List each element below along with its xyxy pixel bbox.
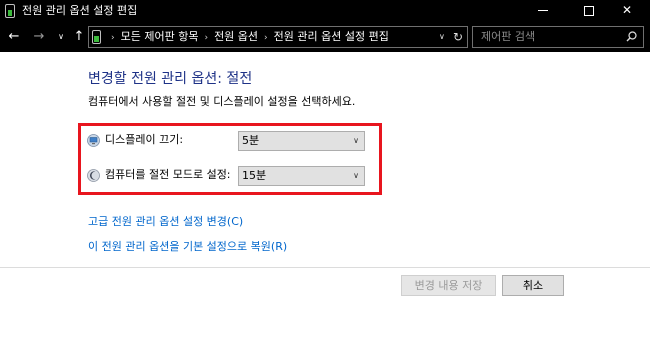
display-off-label: 디스플레이 끄기:: [105, 133, 184, 146]
save-changes-button[interactable]: 변경 내용 저장: [401, 275, 496, 296]
arrow-up-icon: ↑: [73, 29, 85, 44]
arrow-right-icon: →: [33, 29, 45, 44]
address-dropdown-button[interactable]: ∨: [439, 27, 445, 47]
cancel-button[interactable]: 취소: [502, 275, 564, 296]
forward-button[interactable]: →: [31, 28, 47, 46]
maximize-icon: [584, 5, 594, 16]
search-input[interactable]: 제어판 검색: [481, 27, 535, 47]
chevron-right-icon[interactable]: ›: [264, 28, 268, 48]
chevron-down-icon: ∨: [353, 171, 359, 180]
footer-divider: [0, 267, 650, 268]
minimize-icon: [538, 10, 548, 11]
breadcrumb-item-edit-plan[interactable]: 전원 관리 옵션 설정 편집: [274, 30, 389, 43]
sleep-select[interactable]: 15분 ∨: [238, 166, 365, 186]
address-bar[interactable]: › 모든 제어판 항목 › 전원 옵션 › 전원 관리 옵션 설정 편집 ∨ ↻: [88, 26, 468, 48]
up-button[interactable]: ↑: [71, 28, 87, 46]
search-icon: [626, 31, 637, 42]
recent-locations-button[interactable]: ∨: [56, 28, 66, 46]
back-button[interactable]: ←: [6, 28, 22, 46]
restore-defaults-link[interactable]: 이 전원 관리 옵션을 기본 설정으로 복원(R): [88, 240, 287, 254]
refresh-button[interactable]: ↻: [453, 27, 463, 47]
breadcrumb-item-power-options[interactable]: 전원 옵션: [214, 30, 258, 43]
search-box[interactable]: 제어판 검색: [472, 26, 644, 48]
arrow-left-icon: ←: [8, 29, 20, 44]
chevron-right-icon[interactable]: ›: [204, 28, 208, 48]
page-title: 변경할 전원 관리 옵션: 절전: [88, 71, 253, 87]
chevron-down-icon: ∨: [353, 136, 359, 145]
close-button[interactable]: ✕: [604, 0, 650, 22]
chevron-right-icon[interactable]: ›: [111, 28, 115, 48]
display-off-value: 5분: [242, 134, 260, 147]
power-options-icon: [92, 30, 101, 44]
chevron-down-icon: ∨: [439, 32, 445, 41]
title-bar: 전원 관리 옵션 설정 편집 ✕: [0, 0, 650, 22]
close-icon: ✕: [621, 3, 633, 17]
sleep-value: 15분: [242, 169, 267, 182]
monitor-icon: [87, 134, 100, 147]
advanced-settings-link[interactable]: 고급 전원 관리 옵션 설정 변경(C): [88, 215, 243, 229]
display-off-select[interactable]: 5분 ∨: [238, 131, 365, 151]
power-options-icon: [5, 4, 15, 18]
moon-icon: [87, 169, 100, 182]
breadcrumb-item-all-control-panel[interactable]: 모든 제어판 항목: [121, 30, 199, 43]
window-title: 전원 관리 옵션 설정 편집: [22, 4, 138, 17]
navigation-bar: ← → ∨ ↑ › 모든 제어판 항목 › 전원 옵션 › 전원 관리 옵션 설정 편집 …: [0, 22, 650, 52]
minimize-button[interactable]: [520, 0, 566, 22]
page-description: 컴퓨터에서 사용할 절전 및 디스플레이 설정을 선택하세요.: [88, 95, 356, 108]
refresh-icon: ↻: [453, 30, 464, 44]
chevron-down-icon: ∨: [58, 32, 64, 41]
breadcrumb: › 모든 제어판 항목 › 전원 옵션 › 전원 관리 옵션 설정 편집: [105, 27, 389, 47]
sleep-label: 컴퓨터를 절전 모드로 설정:: [105, 168, 231, 181]
